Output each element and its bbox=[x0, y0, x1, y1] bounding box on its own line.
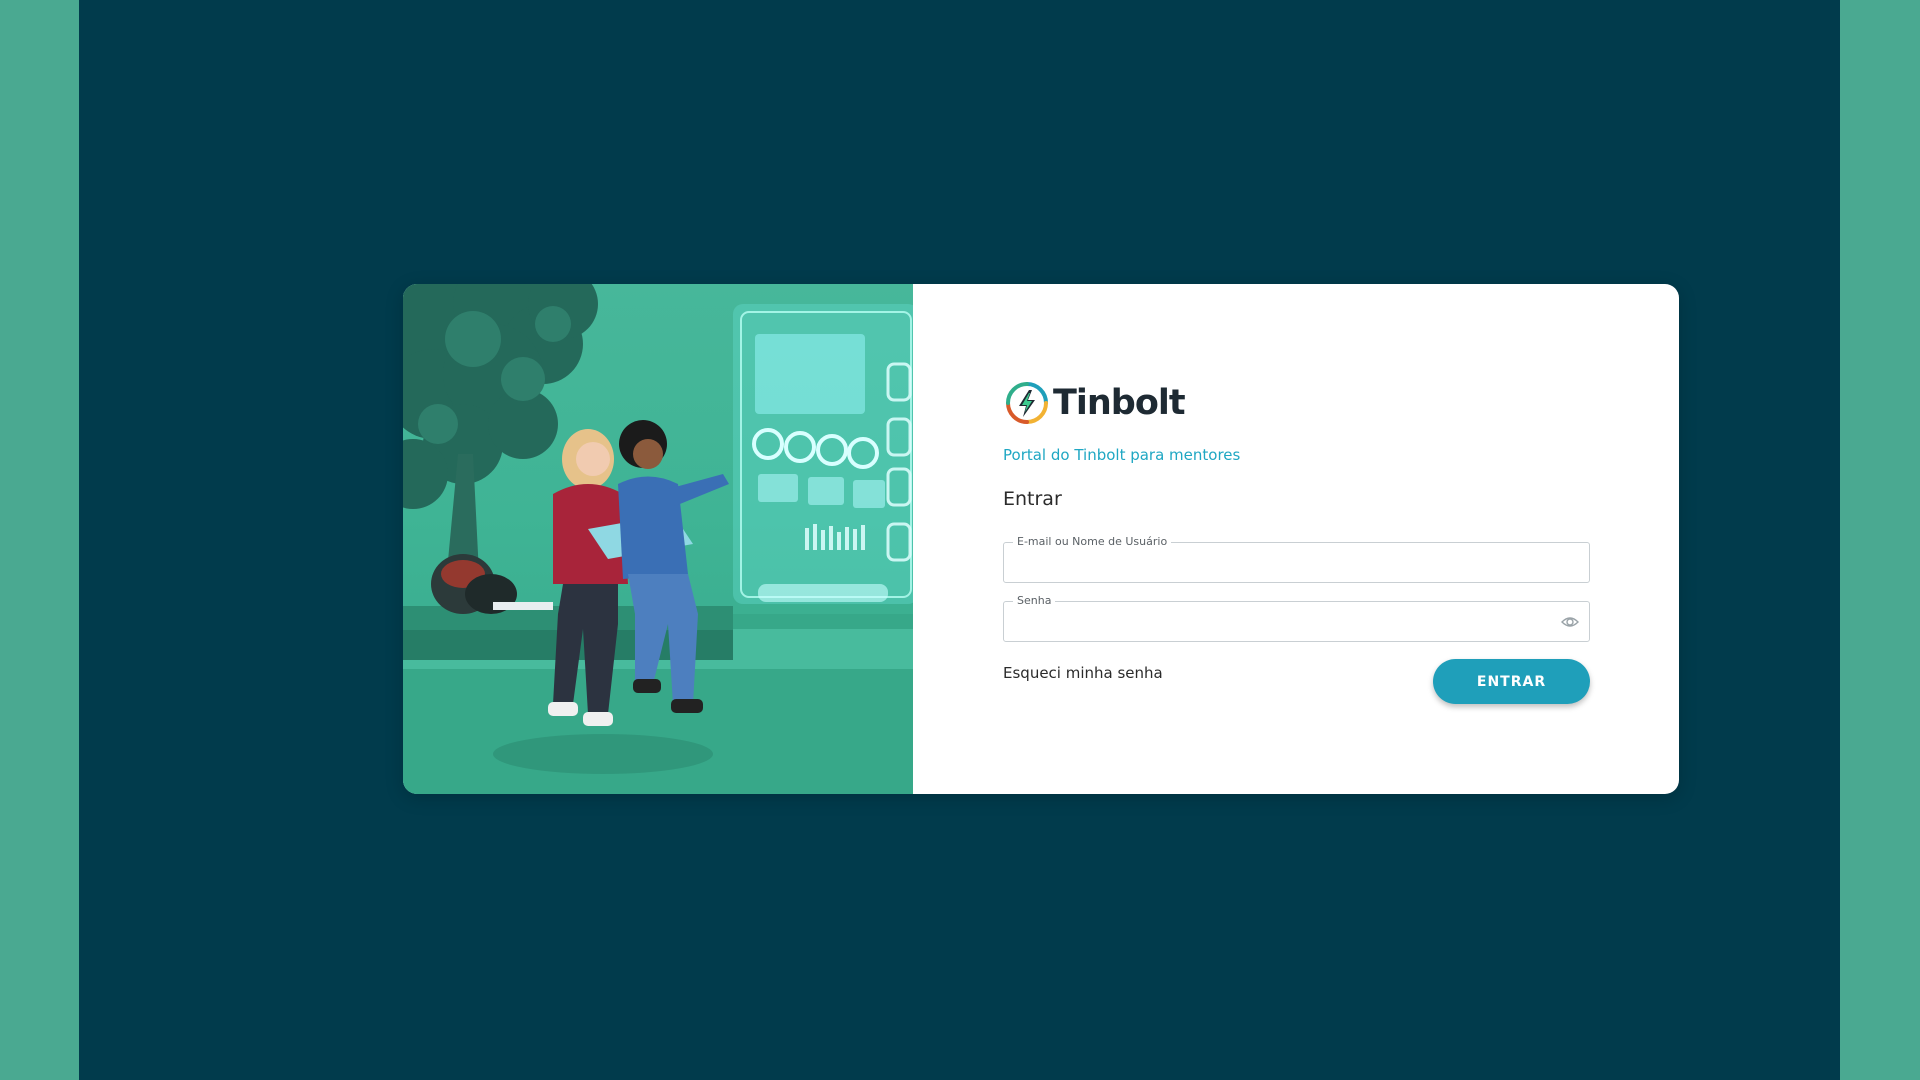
login-form: Tinbolt Portal do Tinbolt para mentores … bbox=[913, 284, 1679, 794]
page-background: Tinbolt Portal do Tinbolt para mentores … bbox=[79, 0, 1840, 1080]
brand-name: Tinbolt bbox=[1053, 383, 1186, 423]
password-field[interactable]: Senha bbox=[1003, 594, 1590, 642]
password-field-label: Senha bbox=[1013, 594, 1056, 607]
email-field[interactable]: E-mail ou Nome de Usuário bbox=[1003, 535, 1590, 583]
lightning-bolt-icon bbox=[1006, 382, 1048, 424]
tinbolt-logo: Tinbolt bbox=[1005, 380, 1186, 426]
forgot-password-link[interactable]: Esqueci minha senha bbox=[1003, 664, 1163, 682]
login-card: Tinbolt Portal do Tinbolt para mentores … bbox=[403, 284, 1679, 794]
email-input[interactable] bbox=[1014, 551, 1554, 575]
portal-subtitle: Portal do Tinbolt para mentores bbox=[1003, 446, 1241, 464]
login-button[interactable]: ENTRAR bbox=[1433, 659, 1590, 704]
eye-icon[interactable] bbox=[1561, 614, 1579, 630]
login-heading: Entrar bbox=[1003, 488, 1062, 510]
hero-illustration bbox=[403, 284, 913, 794]
password-input[interactable] bbox=[1014, 610, 1554, 634]
students-illustration bbox=[403, 284, 913, 794]
email-field-label: E-mail ou Nome de Usuário bbox=[1013, 535, 1172, 548]
